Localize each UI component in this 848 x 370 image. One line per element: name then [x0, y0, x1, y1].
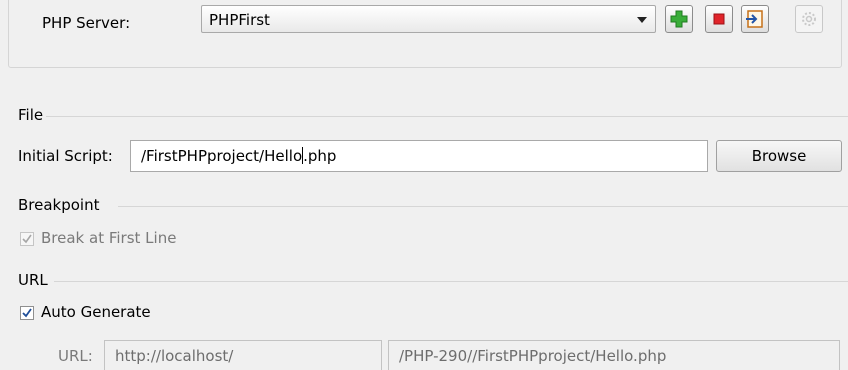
- url-path-value: /PHP-290//FirstPHPproject/Hello.php: [399, 347, 667, 365]
- chevron-down-icon: [637, 17, 647, 23]
- server-group: PHP Server: PHPFirst: [8, 0, 842, 68]
- initial-script-input[interactable]: /FirstPHPproject/Hello.php: [130, 140, 708, 172]
- url-base-value: http://localhost/: [115, 347, 234, 365]
- breakpoint-section-divider: [118, 206, 848, 207]
- initial-script-label: Initial Script:: [18, 147, 113, 165]
- initial-script-value: /FirstPHPproject/Hello.php: [141, 147, 336, 165]
- initial-script-value-part1: /FirstPHPproject/Hello: [141, 147, 303, 165]
- settings-icon: [802, 12, 816, 26]
- url-section-title: URL: [18, 271, 48, 289]
- add-server-button[interactable]: [665, 5, 693, 33]
- url-label: URL:: [58, 347, 93, 365]
- auto-generate-label: Auto Generate: [41, 303, 151, 321]
- url-section-divider: [54, 281, 848, 282]
- import-button[interactable]: [741, 5, 769, 33]
- checkmark-icon: [22, 308, 32, 318]
- php-server-label: PHP Server:: [42, 14, 131, 32]
- file-section-divider: [46, 116, 848, 117]
- php-launch-config-panel: PHP Server: PHPFirst File Initial Script…: [0, 0, 848, 370]
- checkmark-icon: [22, 234, 32, 244]
- break-first-line-checkbox[interactable]: [20, 232, 34, 246]
- initial-script-value-part2: .php: [303, 147, 337, 165]
- url-path-input[interactable]: /PHP-290//FirstPHPproject/Hello.php: [388, 340, 840, 370]
- server-settings-button[interactable]: [795, 5, 823, 33]
- browse-button[interactable]: Browse: [716, 140, 842, 172]
- file-section-title: File: [18, 106, 44, 124]
- php-server-select[interactable]: PHPFirst: [201, 5, 656, 33]
- stop-icon: [713, 13, 725, 25]
- auto-generate-checkbox[interactable]: [20, 306, 34, 320]
- url-base-input[interactable]: http://localhost/: [104, 340, 382, 370]
- add-icon: [670, 10, 688, 28]
- breakpoint-section-title: Breakpoint: [18, 196, 100, 214]
- break-first-line-label: Break at First Line: [41, 229, 177, 247]
- import-icon: [746, 10, 763, 28]
- stop-server-button[interactable]: [705, 5, 733, 33]
- php-server-selected-value: PHPFirst: [209, 11, 270, 29]
